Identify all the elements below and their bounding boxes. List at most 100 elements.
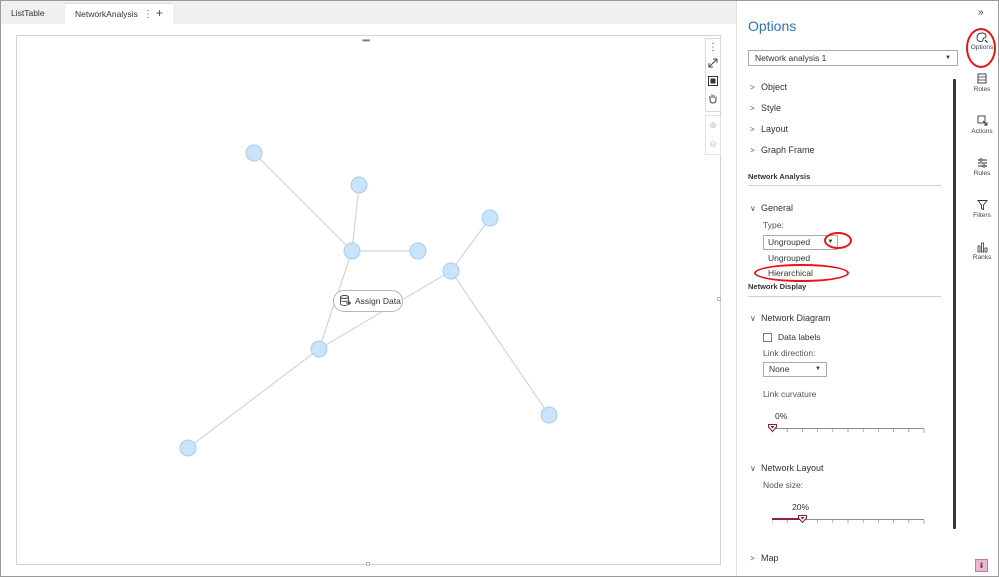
accordion-graph-frame[interactable]: > Graph Frame	[750, 145, 815, 155]
chevron-down-icon: ∨	[750, 314, 756, 323]
filter-icon	[976, 200, 988, 211]
add-tab-button[interactable]: +	[156, 3, 163, 24]
zoom-controls: ⊕ ⊖	[705, 115, 721, 155]
maximize-icon[interactable]	[706, 57, 720, 75]
link-curvature-label: Link curvature	[763, 389, 817, 399]
database-icon	[340, 295, 351, 306]
type-label: Type:	[763, 220, 784, 230]
node-size-value: 20%	[792, 502, 810, 512]
network-node[interactable]	[409, 242, 427, 260]
network-link	[351, 184, 360, 252]
chevron-right-icon: >	[750, 83, 755, 92]
accordion-network-diagram-label: Network Diagram	[761, 313, 831, 323]
data-labels-checkbox[interactable]	[763, 333, 772, 342]
link-direction-label: Link direction:	[763, 348, 816, 358]
zoom-out-icon[interactable]: ⊖	[706, 135, 720, 154]
select-mode-icon[interactable]	[706, 75, 720, 93]
network-link	[450, 217, 491, 272]
chevron-right-icon: >	[750, 146, 755, 155]
network-node[interactable]	[343, 242, 361, 260]
accordion-graph-frame-label: Graph Frame	[761, 145, 815, 155]
actions-icon	[977, 115, 987, 126]
object-select-value: Network analysis 1	[755, 53, 827, 63]
rail-actions-label: Actions	[971, 128, 993, 135]
annotation-oval-options	[966, 28, 996, 68]
accordion-network-diagram[interactable]: ∨ Network Diagram	[750, 313, 831, 323]
tab-listtable[interactable]: ListTable	[1, 3, 65, 24]
zoom-in-icon[interactable]: ⊕	[706, 116, 720, 135]
network-node[interactable]	[179, 439, 197, 457]
rail-roles[interactable]: Roles	[966, 73, 998, 93]
accordion-network-layout-label: Network Layout	[761, 463, 824, 473]
accordion-map[interactable]: > Map	[750, 553, 779, 563]
chevron-right-icon: >	[750, 125, 755, 134]
rail-roles-label: Roles	[973, 86, 991, 93]
ranks-icon	[977, 242, 987, 253]
tab-menu-icon[interactable]: ⋮	[143, 4, 153, 25]
network-node[interactable]	[245, 144, 263, 162]
annotation-oval-hierarchical	[754, 264, 849, 282]
network-node[interactable]	[481, 209, 499, 227]
chevron-down-icon: ▼	[815, 366, 821, 372]
report-area: ListTable NetworkAnalysis ⋮ + •••• ⋮ ⊕ ⊖…	[1, 1, 736, 576]
object-select[interactable]: Network analysis 1 ▼	[748, 50, 958, 66]
network-node[interactable]	[310, 340, 328, 358]
chevron-down-icon: ∨	[750, 464, 756, 473]
accordion-layout[interactable]: > Layout	[750, 124, 788, 134]
tab-bar: ListTable NetworkAnalysis ⋮ +	[1, 1, 736, 24]
node-size-thumb[interactable]	[798, 515, 807, 523]
divider	[748, 296, 941, 297]
annotation-oval-type-dropdown	[824, 232, 852, 249]
pan-hand-icon[interactable]	[706, 93, 720, 111]
network-link	[187, 348, 320, 449]
link-curvature-thumb[interactable]	[768, 424, 777, 432]
network-display-header: Network Display	[748, 282, 807, 291]
roles-icon	[977, 73, 986, 84]
link-direction-value: None	[769, 364, 790, 374]
node-size-ticks	[772, 520, 925, 524]
rail-actions[interactable]: Actions	[966, 115, 998, 135]
panel-bottom-toggle-icon[interactable]: ⇟	[975, 559, 988, 572]
collapse-panel-icon[interactable]: »	[978, 7, 984, 18]
options-scrollbar[interactable]	[953, 79, 956, 529]
accordion-style-label: Style	[761, 103, 782, 113]
resize-handle-right[interactable]	[717, 297, 721, 301]
assign-data-button[interactable]: Assign Data	[333, 290, 403, 312]
link-curvature-value: 0%	[775, 411, 788, 421]
accordion-general-label: General	[761, 203, 794, 213]
options-panel: Options Network analysis 1 ▼ > Object > St…	[736, 1, 966, 576]
chevron-right-icon: >	[750, 554, 755, 563]
network-analysis-header: Network Analysis	[748, 172, 811, 181]
link-curvature-ticks	[772, 429, 925, 433]
tab-listtable-label: ListTable	[11, 8, 45, 18]
more-options-icon[interactable]: ⋮	[706, 39, 720, 57]
network-node[interactable]	[350, 176, 368, 194]
rules-icon	[977, 158, 987, 168]
type-dropdown-value: Ungrouped	[768, 237, 811, 247]
rail-ranks-label: Ranks	[972, 254, 992, 261]
rail-ranks[interactable]: Ranks	[966, 241, 998, 261]
tab-networkanalysis-label: NetworkAnalysis	[75, 9, 138, 19]
object-toolbar: ⋮	[705, 38, 721, 112]
resize-handle-bottom[interactable]	[366, 562, 370, 566]
options-title: Options	[748, 18, 797, 34]
accordion-style[interactable]: > Style	[750, 103, 781, 113]
network-analysis-object[interactable]: •••• ⋮ ⊕ ⊖ Assign Data	[16, 35, 721, 565]
right-rail: » Options Roles Actions Rules Filters Ra…	[966, 1, 998, 576]
accordion-map-label: Map	[761, 553, 779, 563]
accordion-network-layout[interactable]: ∨ Network Layout	[750, 463, 824, 473]
accordion-layout-label: Layout	[761, 124, 789, 134]
accordion-object-label: Object	[761, 82, 788, 92]
accordion-general[interactable]: ∨ General	[750, 203, 793, 213]
chevron-down-icon: ▼	[945, 55, 951, 61]
rail-filters-label: Filters	[973, 212, 991, 219]
link-direction-select[interactable]: None ▼	[763, 362, 827, 377]
data-labels-label: Data labels	[778, 332, 821, 342]
rail-filters[interactable]: Filters	[966, 199, 998, 219]
network-node[interactable]	[540, 406, 558, 424]
chevron-right-icon: >	[750, 104, 755, 113]
accordion-object[interactable]: > Object	[750, 82, 787, 92]
rail-rules[interactable]: Rules	[966, 157, 998, 177]
network-node[interactable]	[442, 262, 460, 280]
assign-data-label: Assign Data	[355, 296, 401, 306]
